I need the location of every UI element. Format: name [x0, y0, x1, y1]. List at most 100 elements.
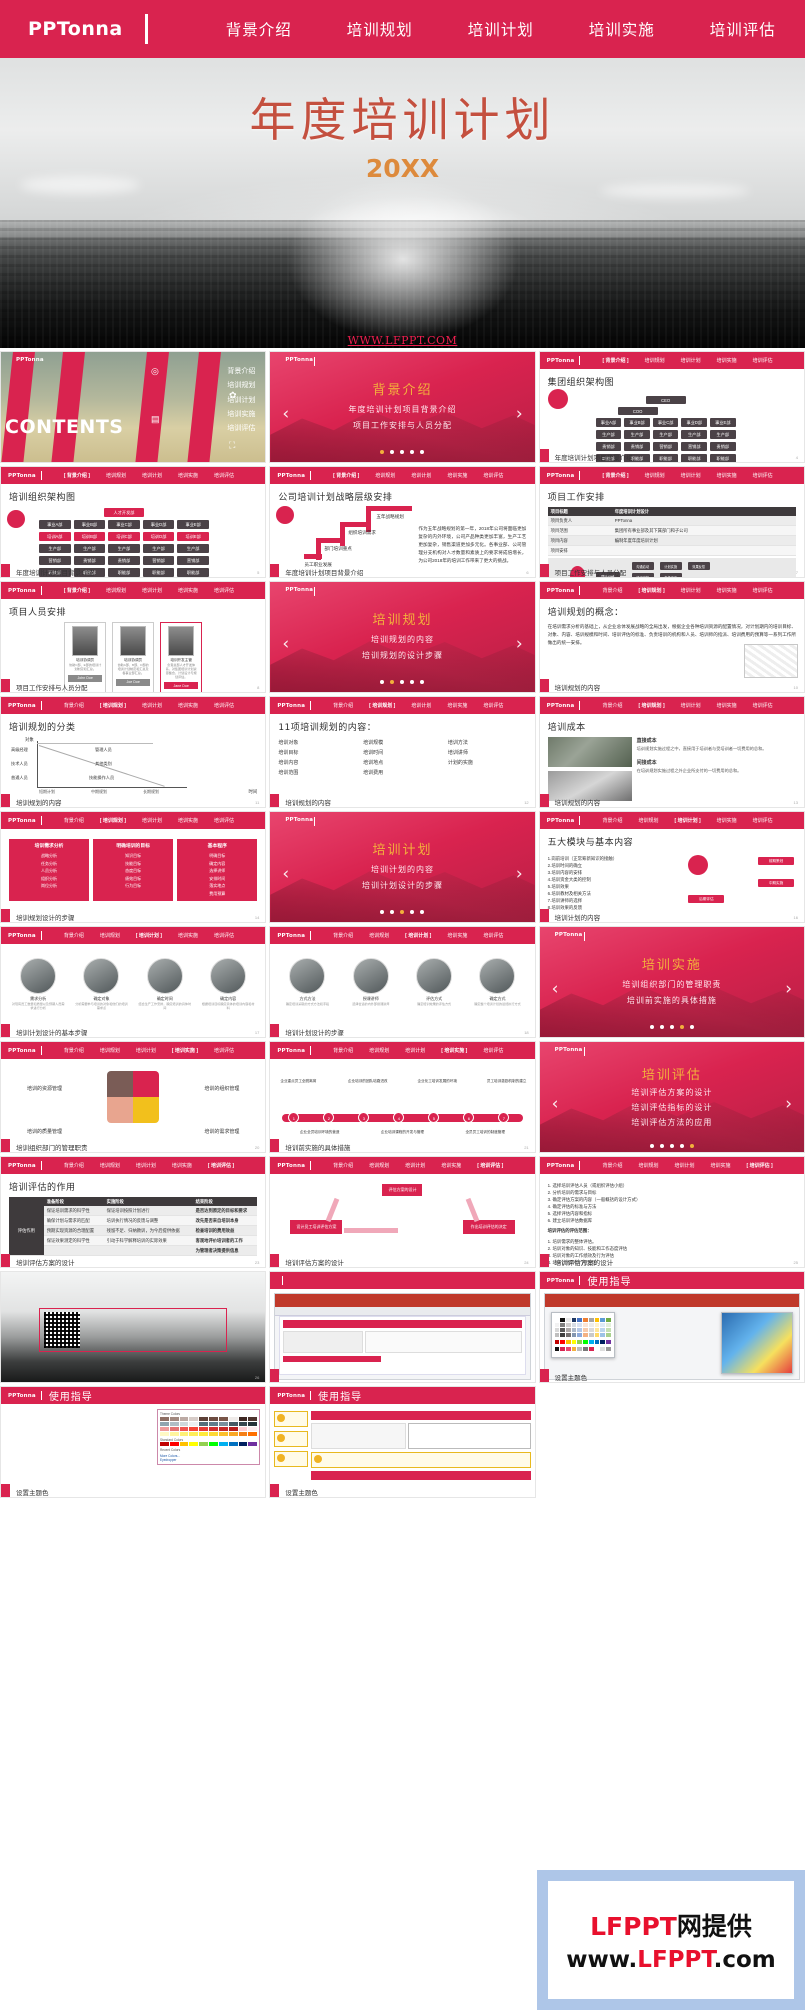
slide-nav-item[interactable]: 培训规划	[369, 1047, 389, 1054]
slide-nav-item[interactable]: 培训评估	[483, 472, 503, 479]
thumbnail-plan-steps-basic[interactable]: PPTonna 背景介绍 培训规划 培训计划 培训实施 培训评估 需求分析 对现…	[0, 926, 267, 1038]
dot[interactable]	[420, 680, 425, 684]
slide-nav-item[interactable]: 培训规划	[100, 932, 120, 939]
next-arrow-icon[interactable]: ›	[785, 1094, 792, 1114]
dot[interactable]	[410, 450, 415, 454]
thumbnail-divider-plan[interactable]: PPTonna 培训计划 培训计划的内容 培训计划设计的步骤 ‹ ›	[269, 811, 536, 923]
slide-nav-item[interactable]: 培训实施	[178, 587, 198, 594]
thumbnail-thank-you[interactable]: 26	[0, 1271, 267, 1383]
slide-nav-item[interactable]: 培训计划	[142, 817, 162, 824]
nav-item-background[interactable]: 背景介绍	[226, 18, 292, 40]
dot[interactable]	[390, 450, 395, 454]
dot[interactable]	[659, 1025, 664, 1029]
slide-nav-item[interactable]: 背景介绍	[333, 1047, 353, 1054]
dot[interactable]	[410, 680, 415, 684]
slide-nav-item[interactable]: 背景介绍	[64, 702, 84, 709]
contents-item[interactable]: 背景介绍	[227, 365, 255, 379]
next-arrow-icon[interactable]: ›	[516, 404, 523, 424]
slide-nav-item[interactable]: 培训评估	[208, 1162, 234, 1169]
slide-nav-item[interactable]: 背景介绍	[64, 1047, 84, 1054]
slide-nav-item[interactable]: 培训评估	[483, 932, 503, 939]
dot[interactable]	[380, 910, 385, 914]
prev-arrow-icon[interactable]: ‹	[282, 864, 289, 884]
thumbnail-implementation-timeline[interactable]: PPTonna 背景介绍 培训规划 培训计划 培训实施 培训评估 企业重点员工全…	[269, 1041, 536, 1153]
thumbnail-divider-planning[interactable]: PPTonna 培训规划 培训规划的内容 培训规划的设计步骤 ‹ ›	[269, 581, 536, 693]
slide-nav-item[interactable]: 培训实施	[717, 702, 737, 709]
slide-nav-item[interactable]: 培训实施	[172, 1162, 192, 1169]
dot[interactable]	[410, 910, 415, 914]
slide-nav-item[interactable]: 培训评估	[483, 1047, 503, 1054]
nav-item-implementation[interactable]: 培训实施	[589, 18, 655, 40]
slide-nav-item[interactable]: 背景介绍	[602, 702, 622, 709]
theme-colors-panel[interactable]	[550, 1312, 615, 1358]
slide-nav-item[interactable]: 培训实施	[172, 1047, 198, 1054]
slide-nav-item[interactable]: 培训实施	[178, 472, 198, 479]
slide-nav-item[interactable]: 培训评估	[747, 1162, 773, 1169]
slide-nav-item[interactable]: 背景介绍	[333, 932, 353, 939]
slide-nav-item[interactable]: 培训计划	[142, 587, 162, 594]
thumbnail-group-org-chart[interactable]: PPTonna 背景介绍 培训规划 培训计划 培训实施 培训评估 集团组织架构图…	[538, 351, 805, 463]
slide-nav-item[interactable]: 培训实施	[441, 1047, 467, 1054]
slide-nav-item[interactable]: 培训实施	[178, 932, 198, 939]
slide-nav-item[interactable]: 培训规划	[645, 357, 665, 364]
slide-nav-item[interactable]: 培训评估	[483, 702, 503, 709]
thumbnail-usage-guide-4[interactable]: PPTonna 使用指导 设置主题色	[269, 1386, 536, 1498]
slide-nav-item[interactable]: 培训规划	[100, 702, 126, 709]
slide-nav-item[interactable]: 背景介绍	[64, 587, 90, 594]
prev-arrow-icon[interactable]: ‹	[282, 404, 289, 424]
slide-nav-item[interactable]: 培训实施	[717, 587, 737, 594]
slide-nav-item[interactable]: 培训实施	[441, 1162, 461, 1169]
slide-nav-item[interactable]: 培训计划	[142, 702, 162, 709]
color-gradient-picker[interactable]	[721, 1312, 793, 1374]
thumbnail-planning-classification[interactable]: PPTonna 背景介绍 培训规划 培训计划 培训实施 培训评估 培训规划的分类…	[0, 696, 267, 808]
slide-nav-item[interactable]: 培训规划	[100, 1047, 120, 1054]
thumbnail-evaluation-role[interactable]: PPTonna 背景介绍 培训规划 培训计划 培训实施 培训评估 培训评估的作用…	[0, 1156, 267, 1268]
thumbnail-usage-guide-1[interactable]	[269, 1271, 536, 1383]
dot[interactable]	[689, 1144, 694, 1148]
eyedropper-link[interactable]: Eyedropper	[160, 1458, 257, 1462]
dot[interactable]	[400, 680, 405, 684]
slide-nav-item[interactable]: 背景介绍	[602, 1162, 622, 1169]
dot[interactable]	[400, 910, 405, 914]
dot[interactable]	[400, 450, 405, 454]
slide-nav-item[interactable]: 培训计划	[411, 472, 431, 479]
slide-nav-item[interactable]: 培训规划	[375, 472, 395, 479]
prev-arrow-icon[interactable]: ‹	[552, 1094, 559, 1114]
promo-line-2[interactable]: www.LFPPT.com	[566, 1947, 775, 1973]
slide-nav-item[interactable]: 培训评估	[477, 1162, 503, 1169]
slide-nav-item[interactable]: 培训规划	[638, 702, 664, 709]
thumbnail-plan-steps[interactable]: PPTonna 背景介绍 培训规划 培训计划 培训实施 培训评估 方式方法 确定…	[269, 926, 536, 1038]
slide-nav-item[interactable]: 培训计划	[405, 1162, 425, 1169]
slide-nav-item[interactable]: 培训计划	[142, 472, 162, 479]
slide-nav-item[interactable]: 培训计划	[136, 1162, 156, 1169]
slide-nav-item[interactable]: 背景介绍	[602, 817, 622, 824]
slide-nav-item[interactable]: 培训规划	[638, 1162, 658, 1169]
thumbnail-divider-evaluation[interactable]: PPTonna 培训评估 培训评估方案的设计 培训评估指标的设计 培训评估方法的…	[538, 1041, 805, 1153]
thumbnail-strategy-levels[interactable]: PPTonna 背景介绍 培训规划 培训计划 培训实施 培训评估 公司培训计划战…	[269, 466, 536, 578]
slide-nav-item[interactable]: 培训评估	[214, 472, 234, 479]
thumbnail-planning-concept[interactable]: PPTonna 背景介绍 培训规划 培训计划 培训实施 培训评估 培训规划的概念…	[538, 581, 805, 693]
palette-swatches[interactable]	[160, 1417, 258, 1436]
slide-nav-item[interactable]: 培训评估	[753, 357, 773, 364]
slide-nav-item[interactable]: 背景介绍	[333, 1162, 353, 1169]
slide-nav-item[interactable]: 背景介绍	[64, 817, 84, 824]
dot[interactable]	[390, 680, 395, 684]
contents-item[interactable]: 培训评估	[227, 422, 255, 436]
slide-nav-item[interactable]: 培训规划	[369, 932, 389, 939]
standard-swatches[interactable]	[160, 1442, 258, 1446]
dot[interactable]	[390, 910, 395, 914]
slide-nav-item[interactable]: 培训计划	[675, 1162, 695, 1169]
thumbnail-management-duties[interactable]: PPTonna 背景介绍 培训规划 培训计划 培训实施 培训评估 培训的资源管理…	[0, 1041, 267, 1153]
slide-nav-item[interactable]: 培训实施	[711, 1162, 731, 1169]
theme-swatches[interactable]	[554, 1318, 611, 1337]
dot[interactable]	[420, 450, 425, 454]
slide-nav-item[interactable]: 培训规划	[106, 587, 126, 594]
dot[interactable]	[420, 910, 425, 914]
thumbnail-usage-guide-2[interactable]: PPTonna 使用指导 设置主题色	[538, 1271, 805, 1383]
slide-nav-item[interactable]: 背景介绍	[333, 702, 353, 709]
slide-nav-item[interactable]: 培训实施	[717, 817, 737, 824]
slide-nav-item[interactable]: 培训评估	[214, 1047, 234, 1054]
slide-nav-item[interactable]: 培训实施	[447, 932, 467, 939]
dot[interactable]	[679, 1025, 684, 1029]
thumbnail-training-org-chart[interactable]: PPTonna 背景介绍 培训规划 培训计划 培训实施 培训评估 培训组织架构图…	[0, 466, 267, 578]
